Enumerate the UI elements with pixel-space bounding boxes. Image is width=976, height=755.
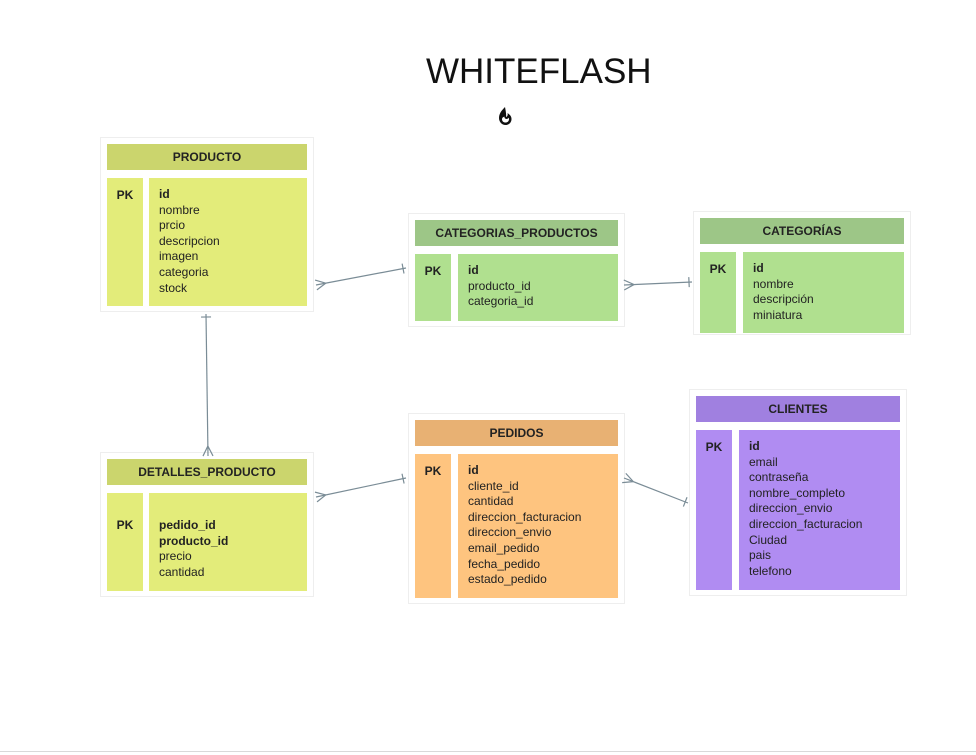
crow-foot-icon xyxy=(207,445,214,457)
relationship-lines xyxy=(201,263,693,507)
rel-pedidos-clientes xyxy=(623,477,689,504)
crow-foot-icon xyxy=(202,445,209,457)
page-divider xyxy=(0,751,976,752)
rel-categorias-productos-categorias xyxy=(623,281,693,286)
crow-foot-icon xyxy=(314,279,326,284)
rel-producto-detalles-producto xyxy=(205,313,209,457)
rel-detalles-producto-pedidos xyxy=(315,477,407,498)
rel-producto-categorias-productos xyxy=(315,267,407,286)
crow-foot-icon xyxy=(623,279,635,286)
crow-foot-icon xyxy=(622,481,634,484)
crow-foot-icon xyxy=(314,491,326,496)
